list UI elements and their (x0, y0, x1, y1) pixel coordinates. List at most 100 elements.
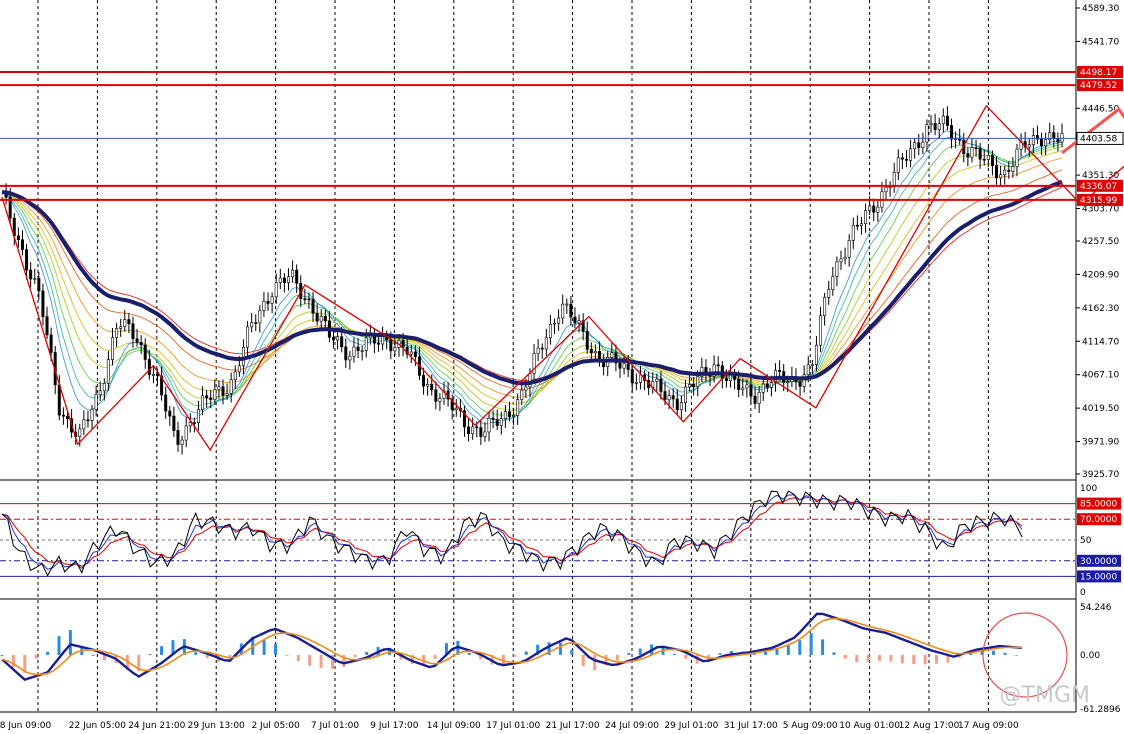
stoch-y-label: 50 (1080, 536, 1092, 546)
x-tick-label: 21 Jul 17:00 (546, 721, 600, 731)
candle-body (143, 344, 147, 360)
macd-histogram-bar (615, 654, 619, 661)
candle-body (675, 398, 679, 411)
candle-body (90, 408, 94, 421)
candle-body (147, 359, 151, 376)
candle-body (827, 289, 831, 298)
candle-body (1015, 148, 1019, 167)
macd-histogram-bar (923, 654, 927, 665)
candle-body (344, 346, 348, 361)
candle-body (86, 419, 90, 422)
macd-histogram-bar (501, 654, 505, 664)
candle-body (683, 386, 687, 403)
macd-histogram-bar (274, 643, 278, 655)
stoch-level-label: 70.0000 (1080, 515, 1117, 525)
candle-body (737, 379, 741, 390)
candle-body (540, 347, 544, 350)
chart-svg: 18 Jun 09:0022 Jun 05:0024 Jun 21:0029 J… (0, 0, 1124, 731)
candle-body (1056, 138, 1060, 143)
candle-body (692, 384, 696, 388)
candle-body (982, 158, 986, 161)
x-tick-label: 17 Aug 09:00 (958, 721, 1019, 731)
macd-histogram-bar (809, 633, 813, 655)
candle-body (876, 206, 880, 213)
candle-body (904, 158, 908, 161)
candle-body (667, 395, 671, 401)
candle-body (900, 157, 904, 160)
y-tick-label: 4067.10 (1082, 371, 1119, 381)
x-tick-label: 7 Jul 01:00 (311, 721, 360, 731)
candle-body (786, 381, 790, 384)
candle-body (176, 430, 180, 445)
macd-histogram-bar (672, 653, 676, 655)
candle-body (577, 320, 581, 324)
candle-body (925, 124, 929, 143)
macd-histogram-bar (308, 654, 312, 666)
candle-body (593, 350, 597, 354)
candle-body (1044, 139, 1048, 147)
candle-body (151, 374, 155, 376)
candle-body (839, 258, 843, 263)
macd-histogram-bar (467, 653, 471, 655)
candle-body (250, 322, 254, 328)
candle-body (831, 276, 835, 290)
candle-body (221, 386, 225, 396)
candle-body (847, 240, 851, 258)
candle-body (909, 148, 913, 161)
candle-body (512, 415, 516, 417)
candle-body (311, 299, 315, 314)
candle-body (111, 337, 115, 360)
ma-line (1, 186, 1063, 382)
y-tick-label: 4019.50 (1082, 404, 1119, 414)
price-level-label: 4403.58 (1080, 134, 1117, 144)
candle-body (626, 363, 630, 370)
candle-body (978, 148, 982, 160)
y-tick-label: 4589.30 (1082, 4, 1119, 14)
candle-body (471, 426, 475, 435)
candle-body (352, 346, 356, 357)
candle-body (990, 154, 994, 166)
candle-body (553, 322, 557, 325)
candle-body (1011, 166, 1015, 172)
price-level-label: 4336.07 (1080, 182, 1117, 192)
macd-histogram-bar (433, 654, 437, 660)
candle-body (749, 384, 753, 397)
candle-body (1031, 135, 1035, 145)
candle-body (724, 378, 728, 381)
y-tick-label: 4541.70 (1082, 37, 1119, 47)
candle-body (94, 394, 98, 410)
macd-histogram-bar (194, 652, 198, 655)
stoch-y-label: 100 (1080, 484, 1097, 494)
macd-histogram-bar (68, 630, 72, 655)
candle-body (536, 347, 540, 354)
candle-body (892, 172, 896, 187)
y-tick-label: 3925.70 (1082, 470, 1119, 480)
candle-body (929, 123, 933, 125)
candle-body (467, 426, 471, 435)
y-tick-label: 4303.70 (1082, 205, 1119, 215)
macd-histogram-bar (866, 654, 870, 663)
candle-body (303, 298, 307, 300)
candle-body (319, 315, 323, 322)
macd-y-label: 0.00 (1080, 651, 1100, 661)
x-tick-label: 29 Jul 01:00 (664, 721, 718, 731)
price-level-label: 4498.17 (1080, 68, 1117, 78)
macd-histogram-bar (0, 654, 4, 656)
x-tick-label: 31 Jul 17:00 (724, 721, 778, 731)
candle-body (864, 210, 868, 224)
candle-body (933, 123, 937, 130)
macd-histogram-bar (638, 648, 642, 655)
candle-body (688, 384, 692, 388)
candle-body (192, 422, 196, 424)
x-tick-label: 12 Aug 17:00 (899, 721, 960, 731)
stoch-d-line (1, 494, 1023, 570)
candle-body (16, 235, 20, 241)
macd-histogram-bar (11, 654, 15, 668)
candle-body (307, 298, 311, 301)
candle-body (233, 371, 237, 381)
candle-body (823, 297, 827, 317)
candle-body (172, 415, 176, 431)
candle-body (475, 426, 479, 429)
candle-body (970, 147, 974, 158)
candle-body (630, 369, 634, 384)
